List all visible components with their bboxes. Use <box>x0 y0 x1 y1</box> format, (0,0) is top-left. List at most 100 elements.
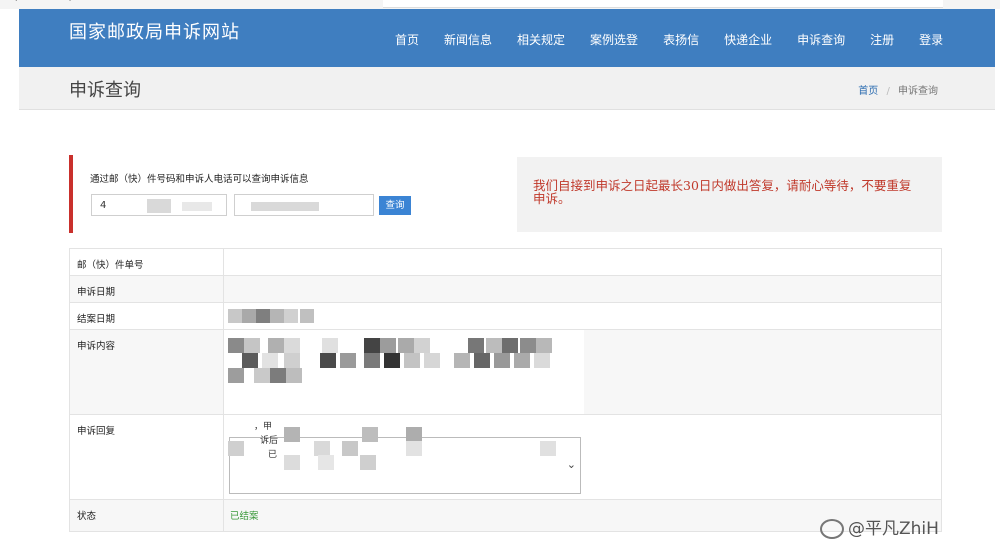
query-button[interactable]: 查询 <box>379 196 411 215</box>
nav-express-companies[interactable]: 快递企业 <box>724 31 772 48</box>
redacted-blur <box>360 455 376 470</box>
redacted-blur <box>270 368 286 383</box>
breadcrumb-home[interactable]: 首页 <box>858 86 878 97</box>
nav-complaint-query[interactable]: 申诉查询 <box>797 31 845 48</box>
redacted-blur <box>384 353 400 368</box>
redacted-blur <box>362 427 378 442</box>
row-value-complaint-date <box>223 275 942 303</box>
redacted-blur <box>284 353 300 368</box>
redacted-blur <box>424 353 440 368</box>
redacted-blur <box>254 368 270 383</box>
redacted-blur <box>256 309 270 323</box>
table-row: 申诉日期 <box>69 275 942 303</box>
back-icon[interactable]: ← <box>14 0 22 5</box>
reply-fragment: 已 <box>268 450 278 460</box>
redacted-blur <box>314 441 330 456</box>
redacted-blur <box>340 353 356 368</box>
reply-textarea[interactable]: ⌄ <box>229 437 581 494</box>
watermark-text: @平凡ZhiH <box>848 519 939 539</box>
site-brand[interactable]: 国家邮政局申诉网站 <box>69 18 240 44</box>
notice-box: 我们自接到申诉之日起最长30日内做出答复，请耐心等待，不要重复申诉。 <box>517 157 942 232</box>
forward-icon[interactable]: → <box>64 0 72 5</box>
redacted-blur <box>182 202 212 211</box>
row-label-status: 状态 <box>69 499 224 532</box>
redacted-blur <box>364 338 380 353</box>
row-label-tracking: 邮（快）件单号 <box>69 248 224 276</box>
query-hint: 通过邮（快）件号码和申诉人电话可以查询申诉信息 <box>90 174 309 185</box>
nav-news[interactable]: 新闻信息 <box>444 31 492 48</box>
redacted-blur <box>414 338 430 353</box>
redacted-blur <box>502 338 518 353</box>
redacted-blur <box>364 353 380 368</box>
redacted-blur <box>520 338 536 353</box>
breadcrumb-separator: / <box>886 86 890 97</box>
redacted-blur <box>534 353 550 368</box>
browser-toolbar: ← → <box>0 0 1000 9</box>
redacted-blur <box>474 353 490 368</box>
redacted-blur <box>300 309 314 323</box>
table-row: 申诉内容 <box>69 329 942 415</box>
address-bar[interactable] <box>383 0 943 8</box>
table-row: 结案日期 <box>69 302 942 330</box>
redacted-blur <box>284 309 298 323</box>
redacted-blur <box>342 441 358 456</box>
table-row: 申诉回复 ⌄ ，甲 诉后 已 <box>69 414 942 500</box>
site-navbar: 国家邮政局申诉网站 首页 新闻信息 相关规定 案例选登 表扬信 快递企业 申诉查… <box>19 9 995 67</box>
reply-fragment: 诉后 <box>260 436 279 446</box>
breadcrumb-current: 申诉查询 <box>898 86 938 97</box>
tracking-number-input[interactable]: 4 <box>91 194 227 216</box>
row-value-complaint-content <box>223 329 942 415</box>
redacted-blur <box>228 309 242 323</box>
nav-regulations[interactable]: 相关规定 <box>517 31 565 48</box>
chevron-down-icon[interactable]: ⌄ <box>567 458 576 471</box>
page-header: 申诉查询 首页 / 申诉查询 <box>19 67 995 110</box>
redacted-blur <box>468 338 484 353</box>
table-row: 状态 已结案 <box>69 499 942 532</box>
row-value-close-date <box>223 302 942 330</box>
redacted-blur <box>242 309 256 323</box>
redacted-blur <box>404 353 420 368</box>
redacted-blur <box>268 338 284 353</box>
redacted-blur <box>228 338 244 353</box>
redacted-blur <box>494 353 510 368</box>
row-label-complaint-reply: 申诉回复 <box>69 414 224 500</box>
row-value-complaint-reply: ⌄ ，甲 诉后 已 <box>223 414 942 500</box>
redacted-blur <box>536 338 552 353</box>
table-row: 邮（快）件单号 <box>69 248 942 276</box>
notice-text: 我们自接到申诉之日起最长30日内做出答复，请耐心等待，不要重复申诉。 <box>533 178 912 206</box>
phone-number-input[interactable] <box>234 194 374 216</box>
query-panel: 通过邮（快）件号码和申诉人电话可以查询申诉信息 4 查询 <box>69 155 469 233</box>
page-title: 申诉查询 <box>69 80 141 101</box>
weibo-logo-icon <box>820 519 844 539</box>
redacted-blur <box>322 338 338 353</box>
redacted-blur <box>242 353 258 368</box>
redacted-blur <box>228 368 244 383</box>
reply-fragment: ，甲 <box>254 422 273 432</box>
redacted-blur <box>284 427 300 442</box>
redacted-blur <box>380 338 396 353</box>
redacted-blur <box>514 353 530 368</box>
nav-cases[interactable]: 案例选登 <box>590 31 638 48</box>
nav-register[interactable]: 注册 <box>870 31 894 48</box>
breadcrumb: 首页 / 申诉查询 <box>858 82 938 97</box>
nav-home[interactable]: 首页 <box>395 31 419 48</box>
complaint-details-table: 邮（快）件单号 申诉日期 结案日期 申诉内容 申诉回复 ⌄ ，甲 诉后 已 状态… <box>69 248 942 532</box>
redacted-blur <box>320 353 336 368</box>
row-label-complaint-content: 申诉内容 <box>69 329 224 415</box>
nav-praise[interactable]: 表扬信 <box>663 31 699 48</box>
watermark: @平凡ZhiH <box>820 514 939 539</box>
nav-login[interactable]: 登录 <box>919 31 943 48</box>
redacted-blur <box>270 309 284 323</box>
row-value-tracking <box>223 248 942 276</box>
redacted-blur <box>262 353 278 368</box>
tracking-number-value: 4 <box>100 200 107 211</box>
redacted-blur <box>147 199 171 213</box>
redacted-blur <box>284 338 300 353</box>
redacted-blur <box>540 441 556 456</box>
redacted-blur <box>318 455 334 470</box>
row-label-complaint-date: 申诉日期 <box>69 275 224 303</box>
redacted-blur <box>486 338 502 353</box>
redacted-blur <box>284 455 300 470</box>
redacted-blur <box>244 338 260 353</box>
row-label-close-date: 结案日期 <box>69 302 224 330</box>
